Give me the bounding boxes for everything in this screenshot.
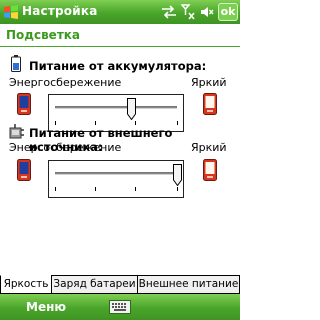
external-high-label: Яркий bbox=[191, 141, 227, 154]
battery-icon bbox=[11, 55, 21, 72]
status-icons[interactable] bbox=[161, 4, 214, 20]
windows-flag-icon[interactable] bbox=[3, 4, 19, 20]
ok-button[interactable]: ok bbox=[218, 3, 238, 21]
dim-device-icon bbox=[17, 159, 31, 181]
dim-device-icon bbox=[17, 93, 31, 115]
external-low-label: Энергосбережение bbox=[9, 141, 122, 154]
slider-tick bbox=[95, 187, 96, 191]
page-title: Подсветка bbox=[6, 28, 81, 42]
tab-brightness[interactable]: Яркость bbox=[0, 275, 52, 294]
slider-tick bbox=[55, 121, 56, 125]
title-bar: Настройка ok bbox=[0, 0, 240, 24]
app-title: Настройка bbox=[22, 4, 98, 18]
bright-device-icon bbox=[203, 93, 217, 115]
slider-thumb[interactable] bbox=[172, 164, 182, 186]
slider-tick bbox=[55, 187, 56, 191]
volume-muted-icon[interactable] bbox=[200, 5, 214, 19]
slider-track bbox=[55, 172, 177, 176]
sync-arrows-icon[interactable] bbox=[161, 5, 177, 19]
battery-section-title: Питание от аккумулятора: bbox=[29, 59, 207, 73]
signal-off-icon[interactable] bbox=[181, 4, 196, 20]
keyboard-icon[interactable] bbox=[109, 298, 131, 316]
tab-battery-charge[interactable]: Заряд батареи bbox=[51, 275, 138, 294]
slider-tick bbox=[177, 187, 178, 191]
bright-device-icon bbox=[203, 159, 217, 181]
slider-tick bbox=[135, 121, 136, 125]
slider-tick bbox=[177, 121, 178, 125]
menu-bar: Меню bbox=[0, 294, 240, 320]
tab-external-power[interactable]: Внешнее питание bbox=[137, 275, 240, 294]
external-power-icon bbox=[9, 124, 24, 139]
header-divider bbox=[0, 46, 240, 47]
menu-button[interactable]: Меню bbox=[26, 300, 66, 314]
battery-low-label: Энергосбережение bbox=[9, 76, 122, 89]
battery-high-label: Яркий bbox=[191, 76, 227, 89]
slider-track bbox=[55, 106, 177, 110]
slider-tick bbox=[95, 121, 96, 125]
tab-strip: Яркость Заряд батареи Внешнее питание bbox=[0, 275, 240, 294]
slider-tick bbox=[135, 187, 136, 191]
external-brightness-slider[interactable] bbox=[48, 160, 184, 198]
slider-thumb[interactable] bbox=[127, 98, 137, 120]
